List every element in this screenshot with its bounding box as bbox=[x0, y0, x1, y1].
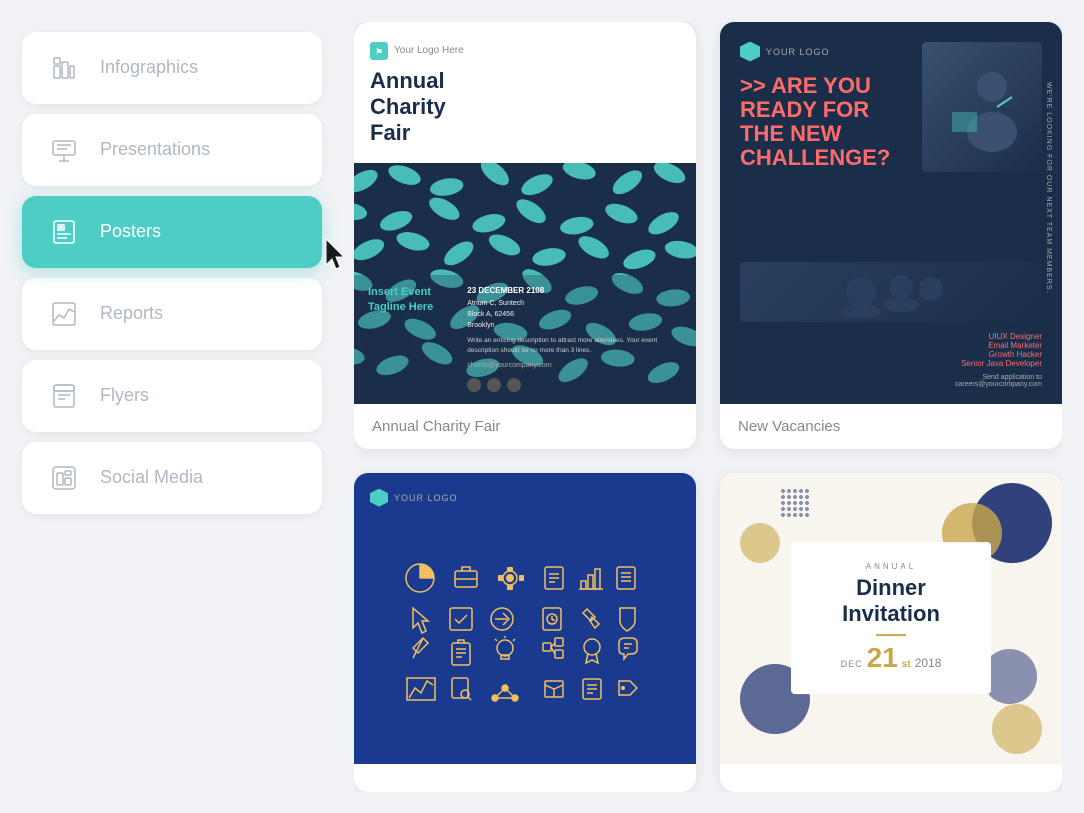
card-label-charity: Annual Charity Fair bbox=[354, 404, 696, 449]
sidebar-item-infographics[interactable]: Infographics bbox=[22, 32, 322, 104]
charity-logo-icon: ⚑ bbox=[370, 42, 388, 60]
app-container: Infographics Presentations bbox=[22, 22, 1062, 792]
sidebar-item-reports[interactable]: Reports bbox=[22, 278, 322, 350]
di-circle-4 bbox=[992, 704, 1042, 754]
svg-text:⚑: ⚑ bbox=[375, 47, 383, 57]
flyers-icon bbox=[46, 378, 82, 414]
di-divider bbox=[876, 634, 906, 636]
di-annual-text: ANNUAL bbox=[815, 562, 967, 571]
charity-logo-text: Your Logo Here bbox=[394, 45, 464, 56]
bi-logo-hex bbox=[370, 489, 388, 507]
nv-logo-hex bbox=[740, 42, 760, 62]
card-label-dinner bbox=[720, 764, 1062, 792]
card-business-icons[interactable]: YOUR LOGO bbox=[354, 473, 696, 792]
nv-roles: UIUX Designer Email Marketer Growth Hack… bbox=[740, 332, 1042, 368]
card-label-vacancies: New Vacancies bbox=[720, 404, 1062, 449]
sidebar-item-flyers[interactable]: Flyers bbox=[22, 360, 322, 432]
nv-side-text: WE'RE LOOKING FOR OUR NEXT TEAM MEMBERS. bbox=[1045, 82, 1052, 293]
charity-tagline: Insert Event Tagline Here bbox=[368, 285, 457, 314]
charity-address: Block A, 62456 bbox=[467, 309, 682, 320]
sidebar-item-presentations[interactable]: Presentations bbox=[22, 114, 322, 186]
di-date-row: DEC 21st 2018 bbox=[815, 642, 967, 674]
poster-icon bbox=[46, 214, 82, 250]
charity-title: Annual Charity Fair bbox=[370, 68, 680, 147]
sidebar-item-label: Flyers bbox=[100, 385, 149, 406]
charity-date: 23 DECEMBER 2108 bbox=[467, 285, 682, 298]
charity-city: Brooklyn bbox=[467, 320, 682, 331]
card-label-business bbox=[354, 764, 696, 792]
di-texture1 bbox=[780, 488, 810, 518]
sidebar-item-label: Presentations bbox=[100, 139, 210, 160]
sidebar-item-label: Posters bbox=[100, 221, 161, 242]
content-grid: ⚑ Your Logo Here Annual Charity Fair bbox=[354, 22, 1062, 792]
bi-logo-text: YOUR LOGO bbox=[394, 493, 458, 503]
card-image-business: YOUR LOGO bbox=[354, 473, 696, 764]
presentation-icon bbox=[46, 132, 82, 168]
card-image-vacancies: YOUR LOGO >> ARE YOU READY FOR THE NEW C… bbox=[720, 22, 1062, 404]
card-new-vacancies[interactable]: YOUR LOGO >> ARE YOU READY FOR THE NEW C… bbox=[720, 22, 1062, 449]
nv-bottom-photo bbox=[740, 262, 1042, 322]
charity-email: charity@yourcompany.com bbox=[467, 360, 682, 371]
nv-bottom: UIUX Designer Email Marketer Growth Hack… bbox=[740, 262, 1042, 388]
sidebar-item-label: Social Media bbox=[100, 467, 203, 488]
sidebar-item-label: Reports bbox=[100, 303, 163, 324]
di-title: Dinner Invitation bbox=[815, 575, 967, 628]
card-image-charity: ⚑ Your Logo Here Annual Charity Fair bbox=[354, 22, 696, 404]
nv-apply-cta: Send application to careers@yourcompany.… bbox=[740, 374, 1042, 388]
di-circle-extra1 bbox=[740, 523, 780, 563]
card-dinner-invitation[interactable]: ANNUAL Dinner Invitation DEC 21st 2018 bbox=[720, 473, 1062, 792]
charity-description: Write an enticing description to attract… bbox=[467, 336, 682, 357]
card-annual-charity-fair[interactable]: ⚑ Your Logo Here Annual Charity Fair bbox=[354, 22, 696, 449]
card-image-dinner: ANNUAL Dinner Invitation DEC 21st 2018 bbox=[720, 473, 1062, 764]
sidebar-item-social-media[interactable]: Social Media bbox=[22, 442, 322, 514]
social-icon bbox=[46, 460, 82, 496]
charity-venue: Atrium C, Suntech bbox=[467, 298, 682, 309]
reports-icon bbox=[46, 296, 82, 332]
nv-photo-top bbox=[922, 42, 1042, 172]
sidebar: Infographics Presentations bbox=[22, 22, 322, 792]
nv-logo-text: YOUR LOGO bbox=[766, 47, 830, 57]
business-icons-svg bbox=[395, 553, 655, 713]
bi-logo: YOUR LOGO bbox=[370, 489, 458, 507]
sidebar-item-posters[interactable]: Posters bbox=[22, 196, 322, 268]
bar-chart-icon bbox=[46, 50, 82, 86]
di-invitation-card: ANNUAL Dinner Invitation DEC 21st 2018 bbox=[791, 542, 991, 694]
cursor-pointer bbox=[322, 237, 352, 278]
sidebar-item-label: Infographics bbox=[100, 57, 198, 78]
